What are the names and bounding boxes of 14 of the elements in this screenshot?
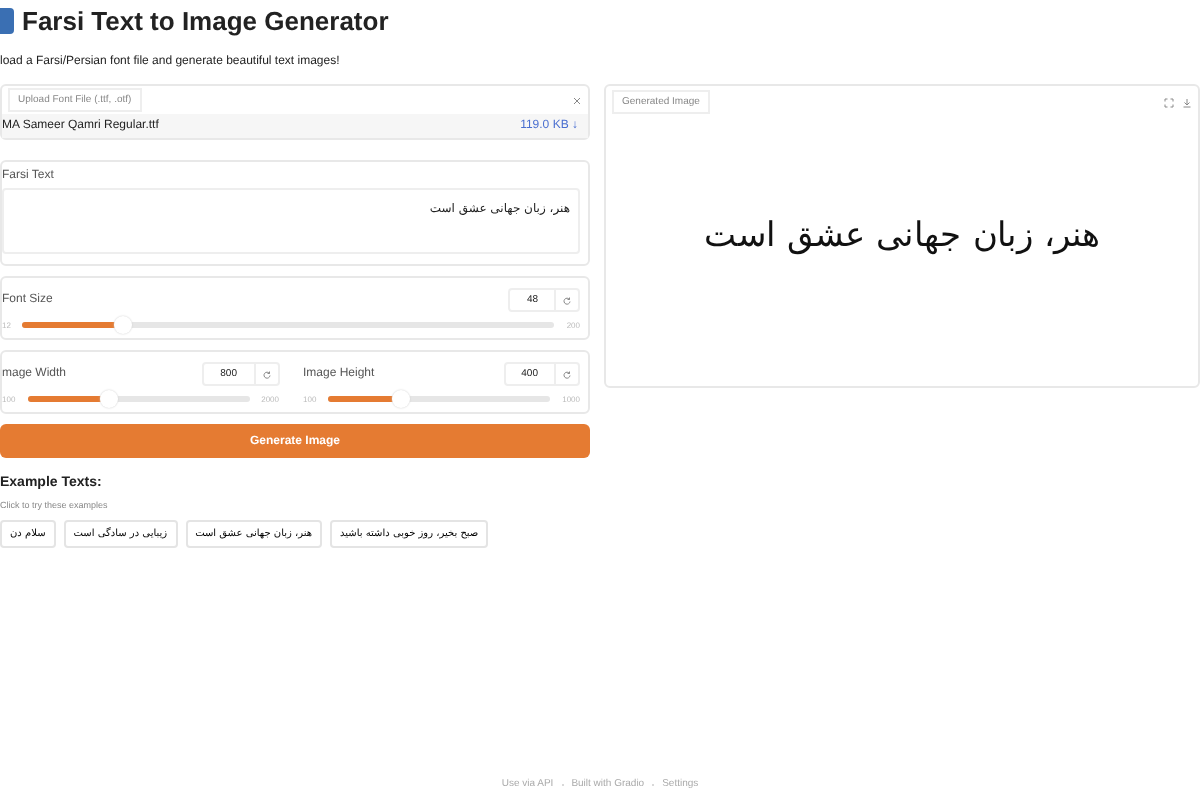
reset-icon[interactable] [562, 369, 572, 379]
generated-text: هنر، زبان جهانی عشق است [704, 213, 1100, 255]
close-icon[interactable] [572, 95, 582, 105]
slider-track[interactable] [27, 396, 250, 402]
slider-thumb[interactable] [391, 390, 410, 408]
slider-thumb[interactable] [99, 390, 118, 408]
reset-icon[interactable] [562, 295, 572, 305]
reset-icon[interactable] [261, 369, 271, 379]
page-title: Farsi Text to Image Generator [22, 6, 389, 36]
app-logo-icon [0, 8, 14, 34]
download-icon[interactable] [1182, 97, 1192, 107]
slider-track[interactable] [328, 396, 551, 402]
slider-thumb[interactable] [113, 316, 132, 334]
fullscreen-icon[interactable] [1164, 97, 1174, 107]
